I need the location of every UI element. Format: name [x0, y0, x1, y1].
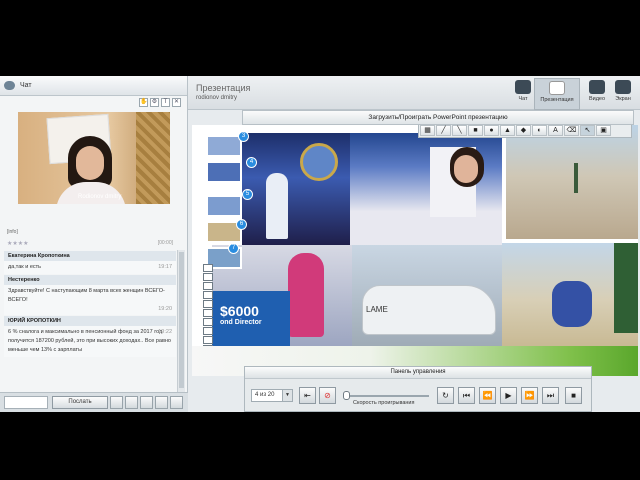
circle-icon[interactable]: ●	[484, 125, 499, 136]
pencil-icon[interactable]: ╱	[436, 125, 451, 136]
control-panel: Панель управления 4 из 20 ▼ ⇤ ⊘ Скорость…	[244, 366, 592, 412]
triangle-icon[interactable]: ▲	[500, 125, 515, 136]
text-tool-icon[interactable]: A	[548, 125, 563, 136]
slide-number-badge: 3	[238, 131, 249, 142]
fill-icon[interactable]: ◐	[532, 125, 547, 136]
slide-photo: LAME	[352, 245, 502, 346]
line-icon[interactable]: ╲	[452, 125, 467, 136]
shape-icon[interactable]: ◆	[516, 125, 531, 136]
overlay-layer: $6000 ond Director LAME ▦ ╱ ╲ ■ ● ▲ ◆ ◐ …	[0, 0, 640, 480]
pointer-icon[interactable]: ↖	[580, 125, 595, 136]
slide-number-badge: 4	[246, 157, 257, 168]
grid-icon[interactable]: ▦	[420, 125, 435, 136]
speed-slider-handle[interactable]	[343, 391, 350, 400]
slide-thumbnail[interactable]	[206, 135, 242, 157]
car-text: LAME	[366, 305, 388, 314]
speed-slider-track[interactable]	[343, 395, 429, 397]
first-slide-button[interactable]: ⏮	[458, 387, 475, 404]
last-slide-button[interactable]: ⏭	[542, 387, 559, 404]
slide-thumbnail[interactable]	[206, 161, 242, 183]
control-panel-title: Панель управления	[245, 367, 591, 379]
slide-photo	[506, 125, 638, 239]
presentation-slide: $6000 ond Director LAME	[192, 125, 638, 346]
slide-photo	[350, 133, 502, 245]
fast-forward-button[interactable]: ⏩	[521, 387, 538, 404]
slide-photo	[502, 243, 638, 346]
slide-number-badge: 7	[228, 243, 239, 254]
refresh-button[interactable]: ↻	[437, 387, 454, 404]
slide-number-badge: 5	[242, 189, 253, 200]
drawing-toolbar: ▦ ╱ ╲ ■ ● ▲ ◆ ◐ A ⌫ ↖ ▣	[418, 123, 632, 138]
play-button[interactable]: ▶	[500, 387, 517, 404]
speed-label: Скорость проигрывания	[353, 400, 415, 406]
rewind-button[interactable]: ⏪	[479, 387, 496, 404]
stop-sync-button[interactable]: ⊘	[319, 387, 336, 404]
sync-slide-button[interactable]: ⇤	[299, 387, 316, 404]
save-icon[interactable]: ▣	[596, 125, 611, 136]
slide-thumbnail[interactable]	[206, 195, 242, 217]
stop-button[interactable]: ■	[565, 387, 582, 404]
upload-presentation-button[interactable]: Загрузить/Проиграть PowerPoint презентац…	[242, 110, 634, 125]
slide-photo	[242, 133, 350, 245]
rectangle-icon[interactable]: ■	[468, 125, 483, 136]
slide-number-badge: 6	[236, 219, 247, 230]
eraser-icon[interactable]: ⌫	[564, 125, 579, 136]
chevron-down-icon: ▼	[282, 390, 292, 401]
thumbnail-strip	[203, 264, 213, 358]
slide-counter-select[interactable]: 4 из 20 ▼	[251, 389, 293, 402]
